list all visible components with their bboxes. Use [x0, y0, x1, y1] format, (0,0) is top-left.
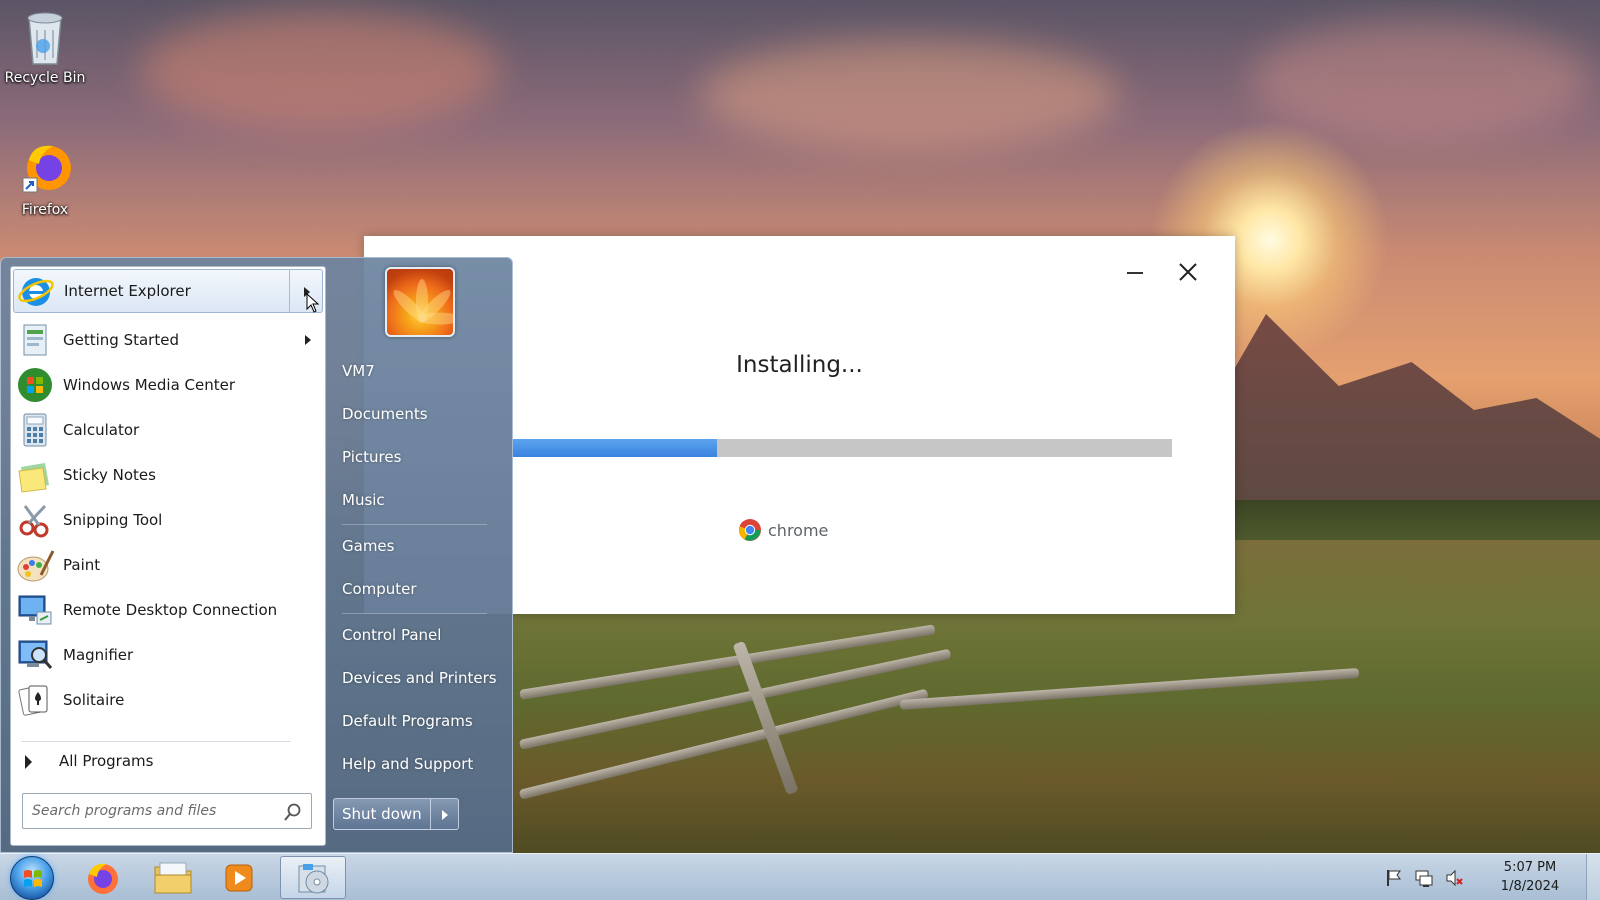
program-paint[interactable]: Paint — [13, 543, 323, 587]
recycle-bin-shortcut[interactable]: Recycle Bin — [0, 8, 90, 86]
place-music[interactable]: Music — [342, 491, 385, 509]
firefox-icon — [19, 140, 71, 198]
treeline — [1180, 500, 1600, 540]
place-documents[interactable]: Documents — [342, 405, 428, 423]
media-player-icon — [225, 864, 253, 891]
program-label: Getting Started — [63, 331, 179, 349]
program-label: Calculator — [63, 421, 140, 439]
firefox-label: Firefox — [21, 202, 69, 218]
close-button[interactable] — [1174, 258, 1202, 286]
snipping-tool-icon — [19, 504, 49, 538]
show-desktop-button[interactable] — [1586, 854, 1600, 900]
program-windows-media-center[interactable]: Windows Media Center — [13, 363, 323, 407]
shutdown-options-button[interactable] — [430, 798, 459, 830]
place-help-and-support[interactable]: Help and Support — [342, 755, 473, 773]
program-snipping-tool[interactable]: Snipping Tool — [13, 498, 323, 542]
remote-desktop-icon — [18, 595, 52, 625]
firefox-shortcut[interactable]: Firefox — [0, 140, 90, 218]
program-label: Snipping Tool — [63, 511, 163, 529]
program-magnifier[interactable]: Magnifier — [13, 633, 323, 677]
cloud — [700, 40, 1120, 150]
windows-logo-icon — [24, 870, 42, 887]
action-center-flag-icon[interactable] — [1384, 868, 1404, 888]
magnifier-icon — [18, 640, 53, 669]
place-user-folder[interactable]: VM7 — [342, 362, 375, 380]
all-programs-button[interactable]: All Programs — [21, 750, 311, 774]
clock[interactable]: 5:07 PM 1/8/2024 — [1490, 858, 1570, 896]
program-label: Magnifier — [63, 646, 134, 664]
program-internet-explorer[interactable]: Internet Explorer — [13, 269, 323, 313]
submenu-divider — [289, 270, 290, 312]
volume-muted-icon[interactable] — [1444, 868, 1464, 888]
program-label: Sticky Notes — [63, 466, 156, 484]
cloud — [140, 10, 500, 130]
program-solitaire[interactable]: Solitaire — [13, 678, 323, 722]
program-label: Remote Desktop Connection — [63, 601, 278, 619]
calculator-icon — [23, 413, 47, 447]
firefox-icon — [88, 863, 118, 894]
clock-time: 5:07 PM — [1503, 860, 1557, 875]
programs-pane: Internet Explorer Getting Started Window… — [10, 266, 326, 846]
place-default-programs[interactable]: Default Programs — [342, 712, 473, 730]
shutdown-control: Shut down — [333, 798, 459, 830]
installer-icon — [298, 863, 329, 893]
divider — [342, 524, 487, 525]
divider — [21, 741, 291, 742]
flower-petal — [417, 312, 453, 325]
search-input[interactable]: Search programs and files — [22, 793, 312, 829]
cloud — [1250, 20, 1590, 140]
taskbar-installer[interactable] — [280, 856, 346, 899]
sticky-notes-icon — [18, 463, 49, 493]
place-pictures[interactable]: Pictures — [342, 448, 401, 466]
search-placeholder: Search programs and files — [32, 803, 217, 819]
taskbar-media-player[interactable] — [206, 856, 272, 899]
recycle-bin-icon — [19, 8, 71, 66]
chrome-brand: chrome — [738, 518, 828, 542]
program-label: Windows Media Center — [63, 376, 236, 394]
all-programs-label: All Programs — [59, 752, 154, 770]
file-explorer-icon — [154, 862, 192, 893]
install-progress-bar — [512, 439, 1172, 457]
divider — [342, 613, 487, 614]
taskbar-firefox[interactable] — [70, 856, 136, 899]
getting-started-icon — [23, 324, 47, 356]
network-icon[interactable] — [1414, 868, 1434, 888]
program-getting-started[interactable]: Getting Started — [13, 318, 323, 362]
taskbar: 5:07 PM 1/8/2024 — [0, 853, 1600, 900]
place-games[interactable]: Games — [342, 537, 394, 555]
minimize-button[interactable] — [1121, 258, 1149, 286]
search-icon — [284, 803, 301, 821]
windows-media-center-icon — [18, 368, 52, 402]
program-label: Paint — [63, 556, 101, 574]
solitaire-icon — [18, 685, 48, 716]
start-menu: Internet Explorer Getting Started Window… — [0, 257, 513, 853]
paint-icon — [17, 550, 55, 582]
start-button[interactable] — [10, 856, 54, 900]
place-devices-and-printers[interactable]: Devices and Printers — [342, 669, 497, 687]
clock-date: 1/8/2024 — [1500, 879, 1560, 894]
place-control-panel[interactable]: Control Panel — [342, 626, 441, 644]
places-pane: VM7 Documents Pictures Music Games Compu… — [327, 258, 513, 854]
program-sticky-notes[interactable]: Sticky Notes — [13, 453, 323, 497]
place-computer[interactable]: Computer — [342, 580, 417, 598]
mouse-cursor-icon — [306, 293, 320, 313]
chrome-wordmark: chrome — [768, 520, 829, 540]
chrome-icon — [739, 519, 761, 541]
program-remote-desktop[interactable]: Remote Desktop Connection — [13, 588, 323, 632]
taskbar-file-explorer[interactable] — [140, 856, 206, 899]
program-label: Solitaire — [63, 691, 125, 709]
user-picture[interactable] — [385, 267, 455, 337]
close-icon — [1179, 263, 1197, 281]
system-tray: 5:07 PM 1/8/2024 — [1360, 854, 1600, 900]
program-calculator[interactable]: Calculator — [13, 408, 323, 452]
chevron-right-icon[interactable] — [305, 335, 311, 345]
internet-explorer-icon — [18, 278, 54, 306]
shutdown-button[interactable]: Shut down — [333, 798, 431, 830]
recycle-bin-label: Recycle Bin — [4, 70, 86, 86]
program-label: Internet Explorer — [64, 282, 191, 300]
install-progress-fill — [512, 439, 717, 457]
triangle-right-icon — [25, 755, 32, 769]
